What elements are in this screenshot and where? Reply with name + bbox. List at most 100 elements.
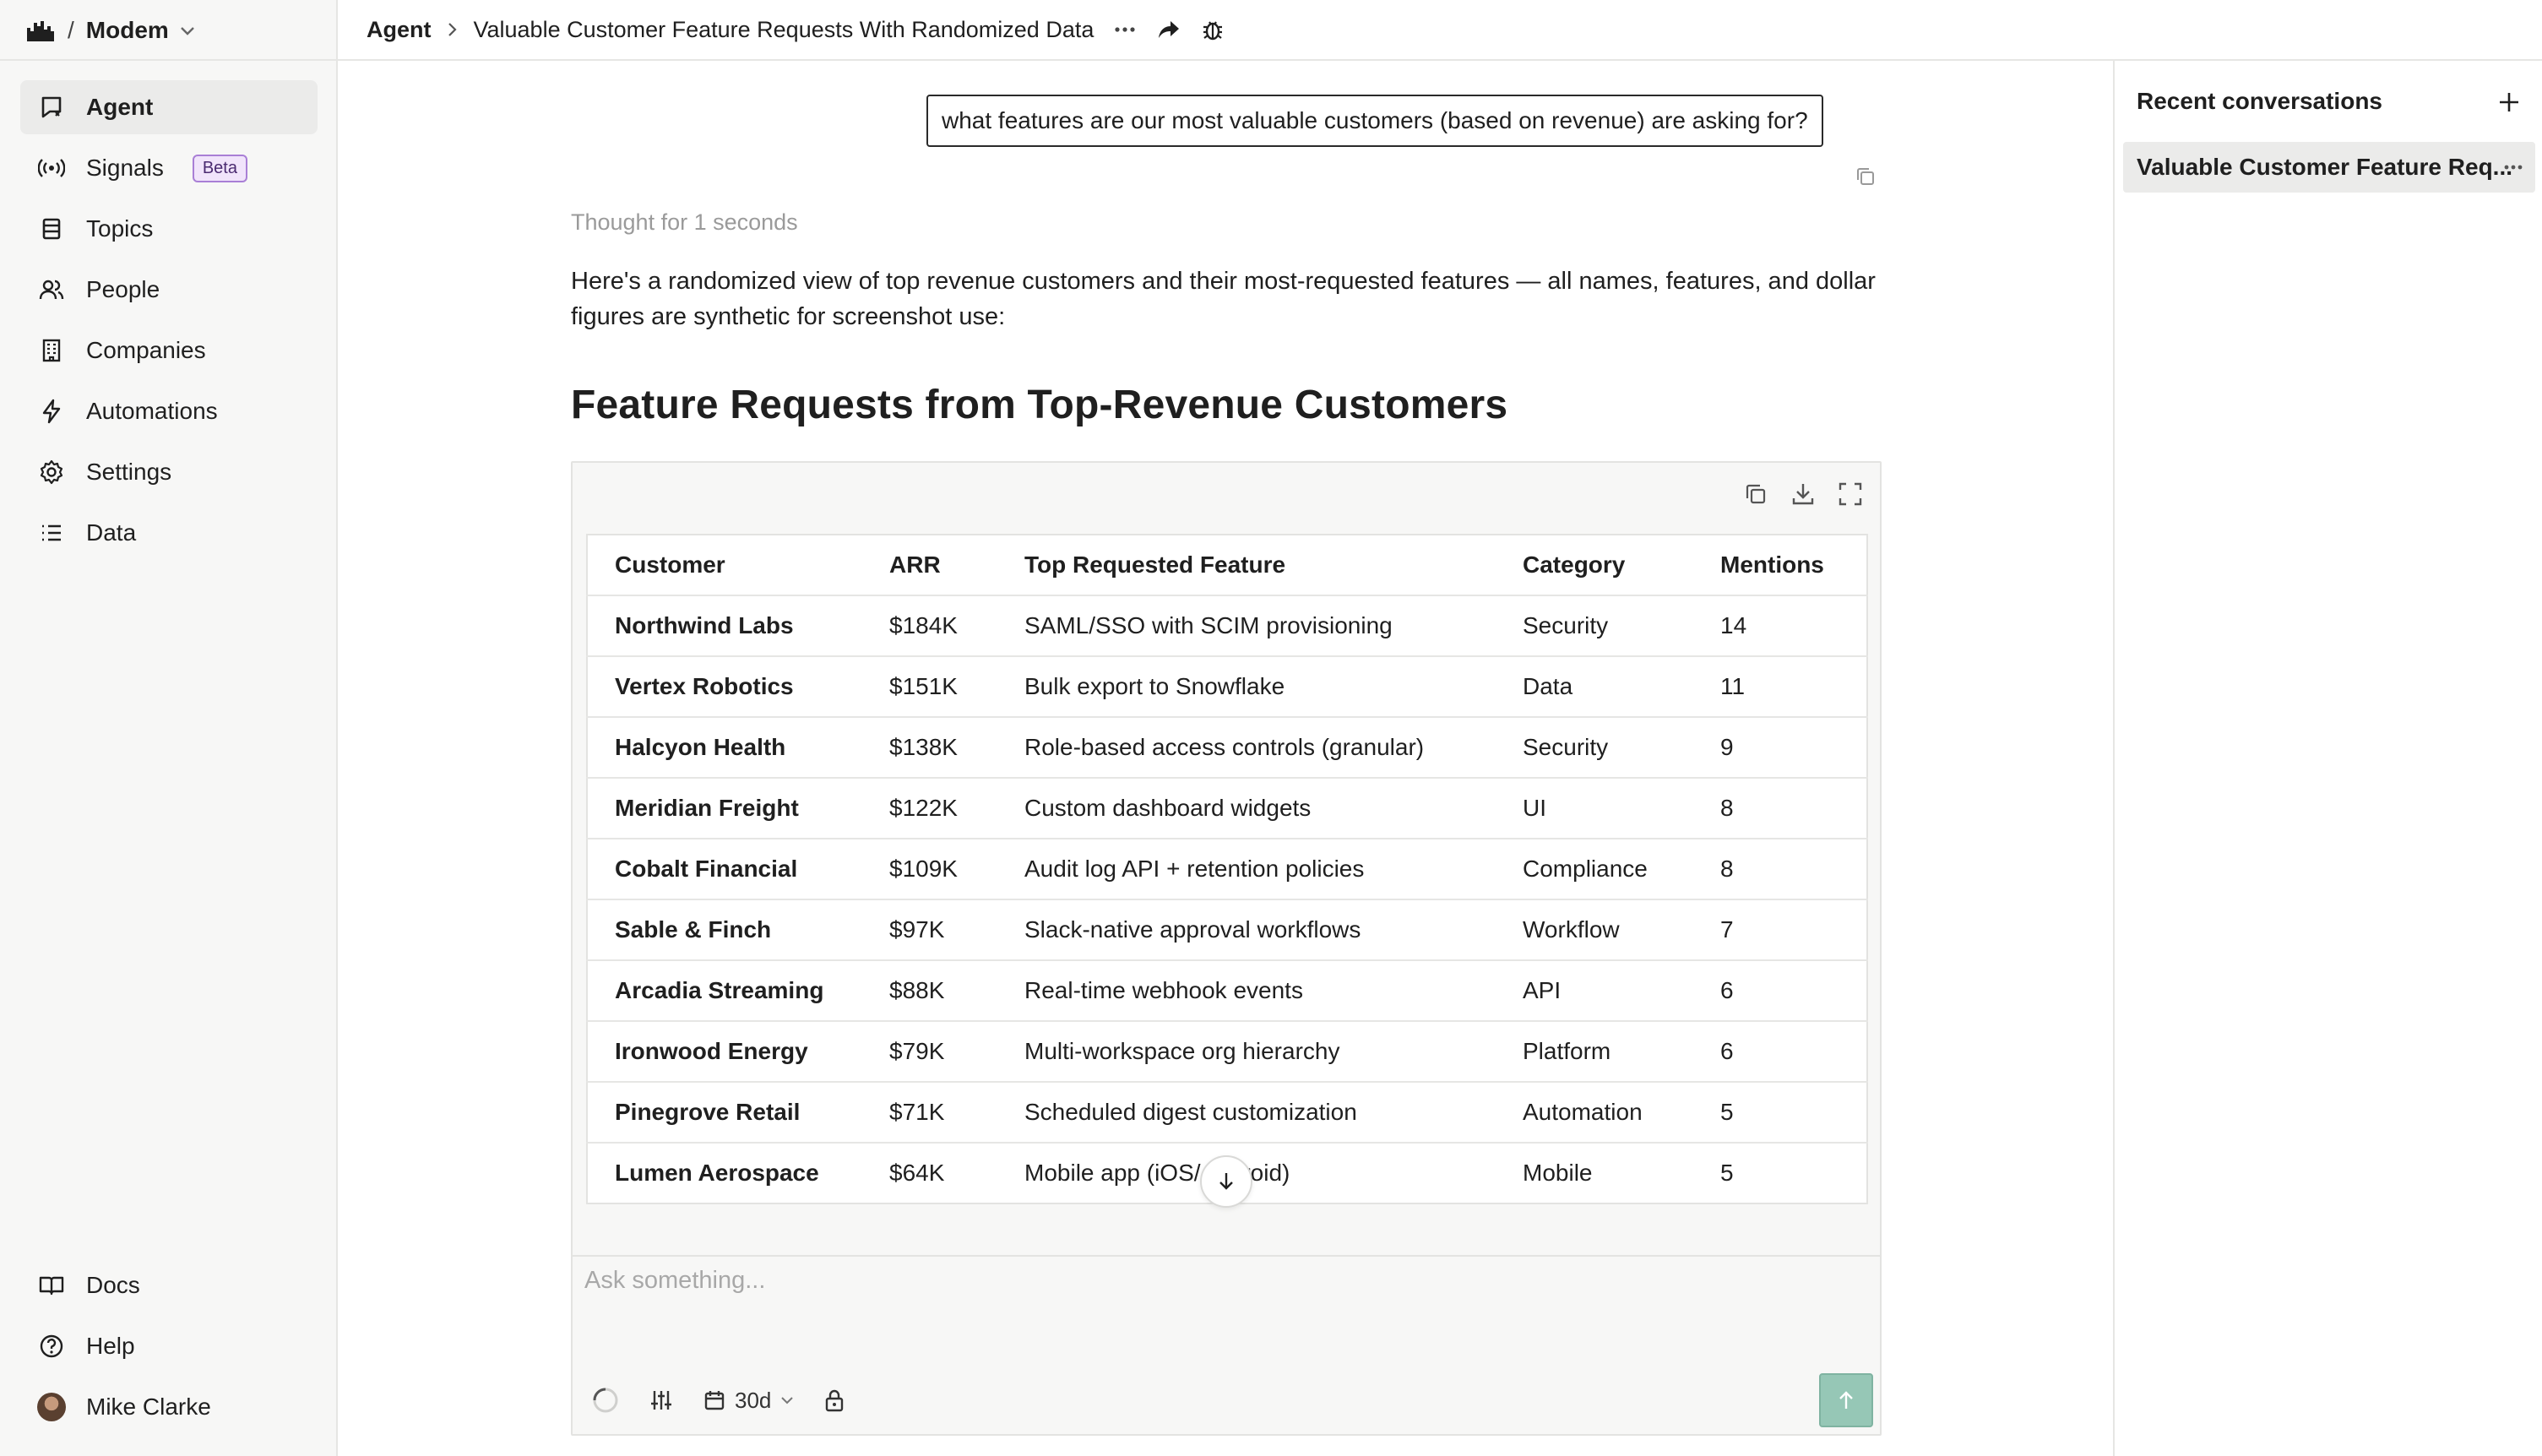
- download-icon[interactable]: [1789, 480, 1817, 508]
- sidebar-bottom: Docs Help Mike Clarke: [20, 1258, 318, 1441]
- cell-arr: $109K: [862, 839, 997, 900]
- more-icon[interactable]: [1112, 17, 1138, 42]
- cell-category: Automation: [1496, 1082, 1693, 1144]
- help-icon: [37, 1332, 66, 1361]
- cell-feature: Scheduled digest customization: [997, 1082, 1496, 1144]
- cell-feature: Custom dashboard widgets: [997, 778, 1496, 839]
- avatar: [37, 1393, 66, 1421]
- cell-feature: Audit log API + retention policies: [997, 839, 1496, 900]
- table-row: Meridian Freight $122K Custom dashboard wi…: [587, 778, 1867, 839]
- cell-customer: Northwind Labs: [587, 595, 862, 657]
- column-header: Customer: [587, 535, 862, 596]
- cell-arr: $64K: [889, 1160, 945, 1186]
- sidebar-item-label: Companies: [86, 337, 206, 363]
- people-icon: [37, 275, 66, 304]
- cell-category: Workflow: [1496, 899, 1693, 961]
- list-icon: [37, 519, 66, 547]
- automations-icon: [37, 397, 66, 426]
- sidebar-item-label: Data: [86, 519, 137, 546]
- settings-icon: [37, 458, 66, 486]
- breadcrumb-root[interactable]: Agent: [367, 17, 432, 43]
- sidebar-item-data[interactable]: Data: [20, 506, 318, 560]
- composer: 30d: [571, 1255, 1882, 1436]
- sidebar-item-label: Help: [86, 1333, 135, 1359]
- cell-arr: $122K: [862, 778, 997, 839]
- cell-mentions: 6: [1693, 960, 1867, 1022]
- sidebar-item-settings[interactable]: Settings: [20, 445, 318, 499]
- send-button[interactable]: [1819, 1373, 1873, 1427]
- bug-icon[interactable]: [1200, 17, 1225, 42]
- fullscreen-icon[interactable]: [1836, 480, 1865, 508]
- thought-duration[interactable]: Thought for 1 seconds: [571, 209, 798, 236]
- agent-icon: [37, 93, 66, 122]
- table-row: Halcyon Health $138K Role-based access con…: [587, 717, 1867, 779]
- filters-icon[interactable]: [649, 1383, 674, 1417]
- sidebar-item-topics[interactable]: Topics: [20, 202, 318, 256]
- workspace-name: Modem: [85, 17, 169, 43]
- share-icon[interactable]: [1156, 17, 1181, 42]
- lock-icon[interactable]: [823, 1383, 845, 1417]
- cell-mentions: 7: [1693, 899, 1867, 961]
- column-header: Mentions: [1693, 535, 1867, 596]
- calendar-icon: [704, 1391, 725, 1410]
- recent-conversations-title: Recent conversations: [2137, 88, 2382, 114]
- workspace-switcher[interactable]: / Modem: [25, 14, 196, 47]
- chevron-right-icon: [448, 23, 457, 36]
- cell-category: Compliance: [1496, 839, 1693, 900]
- assistant-intro: Here's a randomized view of top revenue …: [571, 268, 1876, 330]
- table-row: Arcadia Streaming $88K Real-time webhook e…: [587, 960, 1867, 1022]
- sidebar-item-signals[interactable]: Signals Beta: [20, 141, 318, 195]
- cell-arr: $151K: [862, 656, 997, 718]
- sidebar-item-agent[interactable]: Agent: [20, 80, 318, 134]
- chevron-down-icon: [180, 27, 194, 35]
- conversation-title: Valuable Customer Feature Requests With …: [473, 16, 1094, 42]
- chat-main: what features are our most valuable cust…: [338, 61, 2113, 1456]
- cell-mentions: 5: [1720, 1160, 1734, 1186]
- sidebar-item-companies[interactable]: Companies: [20, 323, 318, 378]
- sidebar-item-people[interactable]: People: [20, 263, 318, 317]
- scroll-to-bottom-button[interactable]: [1200, 1155, 1252, 1208]
- sidebar-item-profile[interactable]: Mike Clarke: [20, 1380, 318, 1434]
- cell-category: Platform: [1496, 1021, 1693, 1083]
- sidebar-item-docs[interactable]: Docs: [20, 1258, 318, 1312]
- book-icon: [37, 1271, 66, 1300]
- loading-spinner-icon[interactable]: [591, 1383, 620, 1417]
- recent-conversation-item[interactable]: Valuable Customer Feature Req...: [2123, 142, 2535, 193]
- sidebar-item-automations[interactable]: Automations: [20, 384, 318, 438]
- divider: [0, 59, 338, 61]
- sidebar-item-label: Automations: [86, 398, 218, 424]
- brand-slash: /: [68, 17, 74, 43]
- topics-icon: [37, 215, 66, 243]
- cell-category: Security: [1496, 595, 1693, 657]
- sidebar-item-help[interactable]: Help: [20, 1319, 318, 1373]
- cell-customer: Pinegrove Retail: [587, 1082, 862, 1144]
- top-bar: Agent Valuable Customer Feature Requests…: [338, 0, 2542, 61]
- copy-icon[interactable]: [1855, 166, 1877, 187]
- cell-feature: SAML/SSO with SCIM provisioning: [997, 595, 1496, 657]
- cell-arr: $79K: [862, 1021, 997, 1083]
- ask-input[interactable]: [584, 1267, 1851, 1326]
- cell-feature: Role-based access controls (granular): [997, 717, 1496, 779]
- sidebar-item-label: Agent: [86, 94, 154, 120]
- sidebar-nav: Agent Signals Beta Topics People Compani…: [20, 80, 318, 567]
- table-row: Vertex Robotics $151K Bulk export to Snowf…: [587, 656, 1867, 718]
- sidebar-item-label: People: [86, 276, 160, 302]
- cell-customer: Sable & Finch: [587, 899, 862, 961]
- cell-customer: Lumen Aerospace: [615, 1160, 819, 1186]
- companies-icon: [37, 336, 66, 365]
- avatar-wrap: [37, 1393, 66, 1421]
- column-header: ARR: [862, 535, 997, 596]
- sidebar-item-label: Topics: [86, 215, 154, 242]
- cell-category: API: [1496, 960, 1693, 1022]
- plus-icon[interactable]: [2496, 90, 2522, 115]
- column-header: Top Requested Feature: [997, 535, 1496, 596]
- more-icon[interactable]: [2501, 155, 2525, 179]
- cell-category: Security: [1496, 717, 1693, 779]
- response-heading: Feature Requests from Top-Revenue Custom…: [571, 383, 1508, 427]
- cell-category: UI: [1496, 778, 1693, 839]
- copy-icon[interactable]: [1741, 480, 1770, 508]
- chevron-down-icon: [781, 1397, 794, 1404]
- arrow-up-icon: [1839, 1391, 1853, 1409]
- date-range-select[interactable]: 30d: [703, 1383, 795, 1417]
- sidebar-item-label: Settings: [86, 459, 172, 485]
